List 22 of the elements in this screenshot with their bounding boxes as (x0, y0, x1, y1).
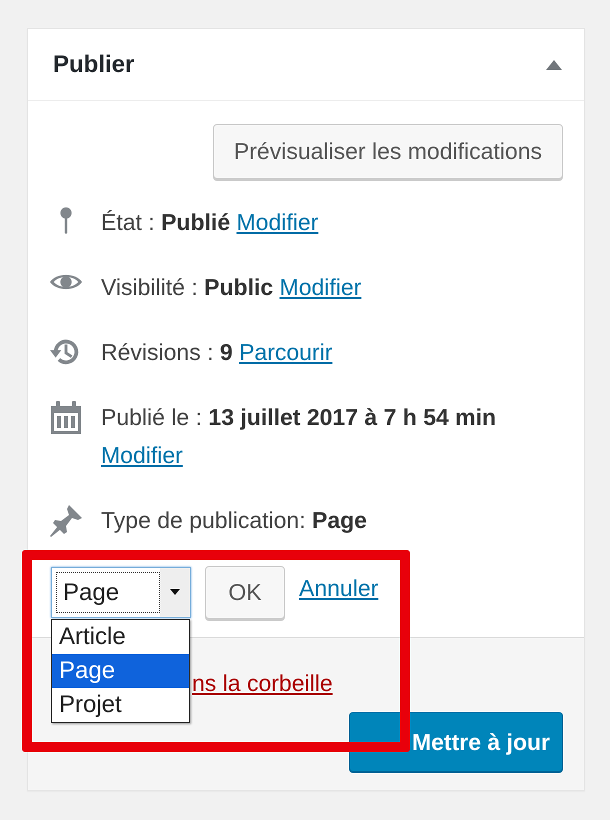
edit-link[interactable]: Modifier (280, 274, 362, 300)
cancel-link[interactable]: Annuler (299, 575, 378, 602)
dropdown-option[interactable]: Page (52, 654, 189, 688)
ok-button[interactable]: OK (205, 566, 285, 619)
trash-link[interactable]: ns la corbeille (192, 670, 333, 697)
post-type-dropdown[interactable]: Page (51, 567, 191, 618)
edit-link[interactable]: Modifier (101, 442, 183, 468)
edit-link[interactable]: Modifier (236, 209, 318, 235)
info-text: Type de publication: Page (101, 506, 367, 535)
pushpin-icon (49, 504, 83, 538)
edit-link[interactable]: Parcourir (239, 339, 332, 365)
dropdown-option[interactable]: Article (52, 620, 189, 654)
calendar-icon (49, 401, 83, 435)
update-button[interactable]: Mettre à jour (348, 712, 563, 772)
info-text: Révisions : 9 Parcourir (101, 338, 332, 367)
preview-button[interactable]: Prévisualiser les modifications (212, 124, 563, 179)
info-text: Publié le : 13 juillet 2017 à 7 h 54 min Modifier (101, 403, 498, 470)
info-text: État : Publié Modifier (101, 208, 318, 237)
panel-title: Publier (53, 50, 134, 78)
collapse-arrow-icon[interactable] (546, 60, 562, 70)
dropdown-option[interactable]: Projet (52, 688, 189, 722)
info-text: Visibilité : Public Modifier (101, 273, 362, 302)
